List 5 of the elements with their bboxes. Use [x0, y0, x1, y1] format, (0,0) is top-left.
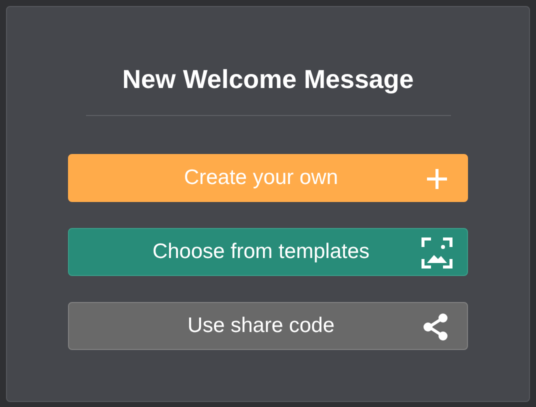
image-icon [421, 237, 453, 269]
share-code-button[interactable]: Use share code [68, 302, 468, 350]
dialog-title: New Welcome Message [122, 63, 414, 96]
templates-button[interactable]: Choose from templates [68, 228, 468, 276]
plus-icon [425, 167, 449, 191]
